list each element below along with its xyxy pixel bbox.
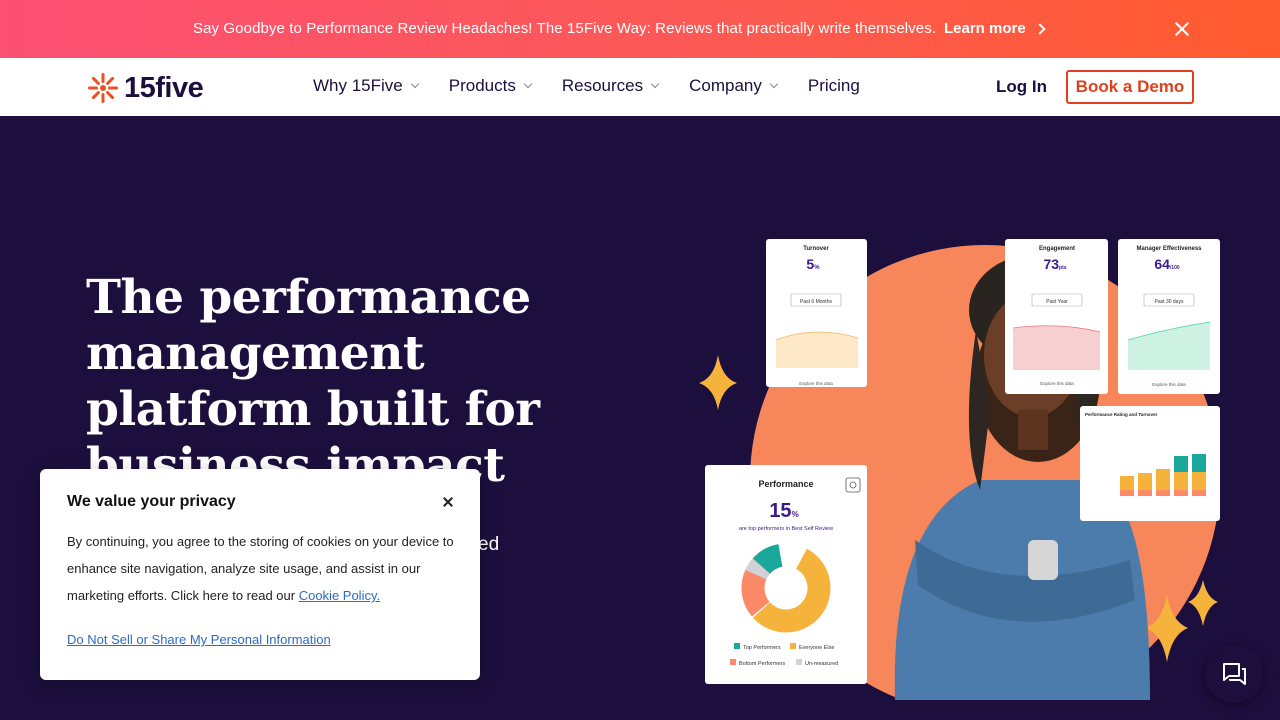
turnover-card-title: Turnover <box>803 246 829 252</box>
nav-item-pricing[interactable]: Pricing <box>808 76 860 96</box>
chevron-down-icon <box>410 79 419 89</box>
turnover-card-unit: % <box>814 265 820 271</box>
nav-item-label: Company <box>689 76 762 95</box>
do-not-sell-link[interactable]: Do Not Sell or Share My Personal Informa… <box>67 632 331 647</box>
engagement-card-title: Engagement <box>1039 246 1075 252</box>
manager-card-link: Explore this data <box>1152 382 1186 387</box>
turnover-card-link: Explore this data <box>799 381 833 386</box>
hero-illustration: Turnover 5% Past 6 Months Explore this d… <box>699 239 1220 700</box>
hero-title: The performance management platform buil… <box>86 270 540 493</box>
logo-burst-icon <box>88 73 118 103</box>
logo-text: 15five <box>124 71 204 104</box>
engagement-card-unit: pts <box>1059 265 1067 271</box>
nav-item-resources[interactable]: Resources <box>561 76 660 96</box>
legend-everyone-else: Everyone Else <box>799 645 834 651</box>
manager-card-title: Manager Effectiveness <box>1136 246 1202 252</box>
log-in-link[interactable]: Log In <box>996 77 1047 97</box>
chevron-right-icon <box>1034 22 1046 35</box>
performance-card: Performance 15% are top performers in Be… <box>705 465 867 684</box>
hero-subtitle-fragment: ed <box>478 534 500 555</box>
turnover-card-range: Past 6 Months <box>800 299 832 305</box>
announcement-bar: Say Goodbye to Performance Review Headac… <box>0 0 1280 58</box>
sparkle-icon <box>699 355 737 410</box>
engagement-card-range: Past Year <box>1046 299 1068 305</box>
rating-turnover-card: Performance Rating and Turnover <box>1080 406 1220 521</box>
nav-item-why-15five[interactable]: Why 15Five <box>313 76 419 96</box>
announcement-text: Say Goodbye to Performance Review Headac… <box>193 20 937 37</box>
engagement-card: Engagement 73pts Past Year Explore this … <box>1005 239 1108 394</box>
manager-effectiveness-card: Manager Effectiveness 64/100 Past 30 day… <box>1118 239 1220 394</box>
cookie-body: By continuing, you agree to the storing … <box>67 528 457 609</box>
chevron-down-icon <box>523 79 533 89</box>
logo[interactable]: 15five <box>86 71 204 105</box>
cookie-close-icon[interactable] <box>441 495 455 509</box>
performance-card-caption: are top performers in Best Self Review <box>739 526 833 532</box>
turnover-card: Turnover 5% Past 6 Months Explore this d… <box>766 239 867 387</box>
cookie-policy-link[interactable]: Cookie Policy. <box>299 588 380 603</box>
book-demo-button[interactable]: Book a Demo <box>1066 70 1194 104</box>
nav-menu: Why 15Five Products Resources Company Pr… <box>313 76 860 96</box>
nav-item-company[interactable]: Company <box>689 76 779 96</box>
main-nav: 15five Why 15Five Products Resources Com… <box>0 58 1280 116</box>
legend-unmeasured: Un-measured <box>805 661 838 667</box>
cookie-body-text: By continuing, you agree to the storing … <box>67 534 454 603</box>
rating-card-title: Performance Rating and Turnover <box>1085 412 1158 417</box>
nav-item-label: Resources <box>561 76 644 95</box>
chat-icon <box>1223 663 1246 685</box>
learn-more-label: Learn more <box>944 20 1026 37</box>
manager-card-range: Past 30 days <box>1155 299 1184 305</box>
legend-bottom-performers: Bottom Performers <box>739 661 785 667</box>
performance-card-unit: % <box>792 510 799 519</box>
chevron-down-icon <box>769 79 779 89</box>
close-icon[interactable] <box>1172 19 1192 39</box>
nav-item-label: Pricing <box>807 76 860 95</box>
nav-item-products[interactable]: Products <box>448 76 533 96</box>
manager-card-unit: /100 <box>1170 265 1180 271</box>
performance-card-title: Performance <box>758 479 813 489</box>
nav-item-label: Products <box>448 76 516 95</box>
chat-launcher-button[interactable] <box>1205 645 1263 703</box>
legend-top-performers: Top Performers <box>743 645 781 651</box>
nav-item-label: Why 15Five <box>313 76 403 95</box>
learn-more-link[interactable]: Learn more <box>944 20 1046 37</box>
engagement-card-link: Explore this data <box>1040 381 1074 386</box>
cookie-banner: We value your privacy By continuing, you… <box>40 469 480 680</box>
cookie-title: We value your privacy <box>67 493 236 510</box>
chevron-down-icon <box>650 79 660 89</box>
